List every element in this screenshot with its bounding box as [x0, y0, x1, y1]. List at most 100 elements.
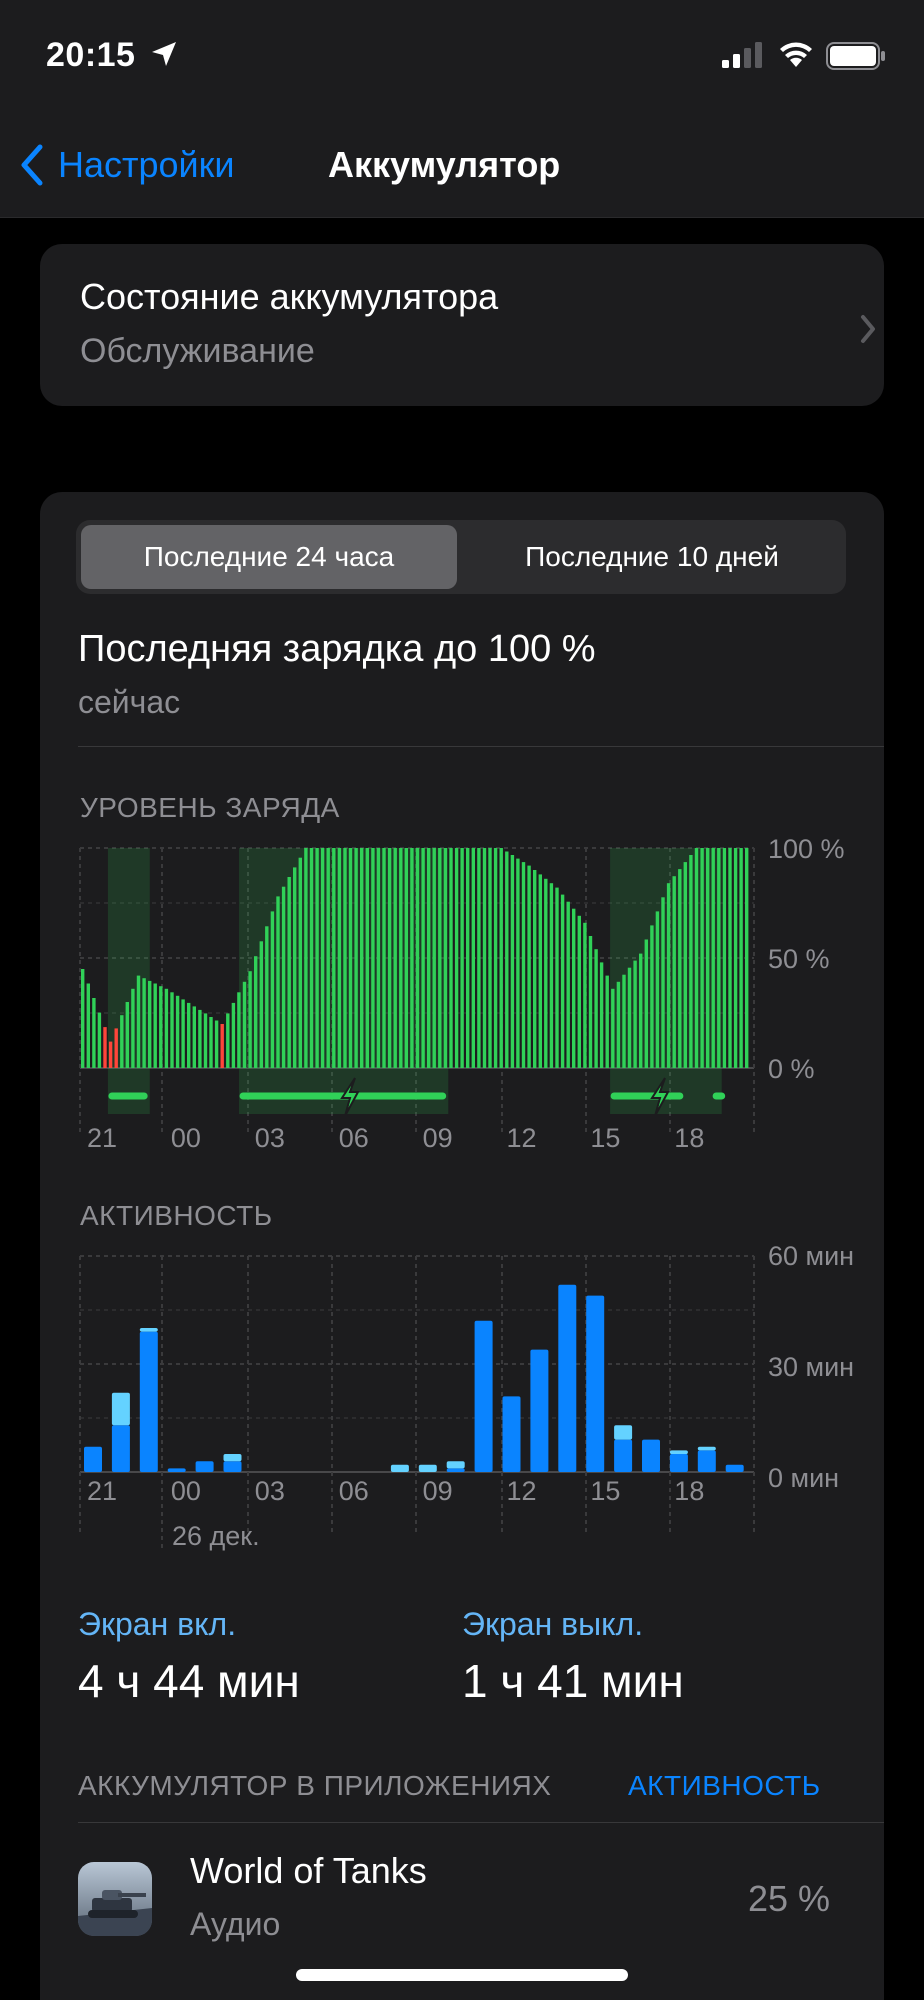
home-indicator — [296, 1969, 628, 1981]
activity-screen-off-bar — [390, 1464, 409, 1472]
battery-level-bar — [560, 894, 565, 1068]
segment-last-10-days[interactable]: Последние 10 дней — [464, 525, 840, 589]
battery-level-bar — [566, 901, 570, 1068]
battery-level-bar — [733, 848, 738, 1068]
battery-level-bar — [616, 981, 621, 1068]
battery-level-bar — [86, 983, 90, 1068]
battery-level-bar — [728, 848, 732, 1068]
battery-level-bar — [499, 848, 503, 1068]
battery-level-bar — [276, 896, 280, 1068]
battery-level-bar — [555, 887, 559, 1068]
battery-level-bar — [354, 848, 358, 1068]
activity-chart[interactable]: 60 мин 30 мин 0 мин 21 00 03 06 09 12 15 18 26 … — [40, 1232, 884, 1552]
battery-level-bar — [97, 1012, 102, 1068]
battery-level-bar — [505, 851, 509, 1068]
show-activity-button[interactable]: АКТИВНОСТЬ — [628, 1770, 821, 1802]
battery-level-bar — [181, 999, 185, 1068]
battery-level-bar — [477, 848, 481, 1068]
battery-y-tick-50: 50 % — [768, 944, 830, 974]
battery-health-status: Обслуживание — [80, 332, 315, 370]
back-button[interactable]: Настройки — [20, 140, 235, 190]
battery-level-bar — [583, 922, 587, 1068]
battery-level-bar — [706, 848, 710, 1068]
battery-level-bar — [192, 1006, 196, 1068]
battery-level-bar — [399, 848, 403, 1068]
battery-level-bar — [153, 983, 157, 1068]
battery-x-tick: 18 — [674, 1123, 704, 1153]
battery-level-bar — [678, 869, 682, 1068]
back-label: Настройки — [58, 144, 235, 185]
battery-x-tick: 06 — [339, 1123, 369, 1153]
activity-x-tick: 15 — [590, 1476, 620, 1506]
battery-level-bar — [332, 848, 336, 1068]
battery-health-row[interactable]: Состояние аккумулятора Обслуживание — [40, 244, 884, 406]
battery-level-bar — [203, 1013, 208, 1068]
battery-level-bar — [577, 915, 581, 1068]
battery-level-bar — [371, 848, 375, 1068]
apps-section-header: АККУМУЛЯТОР В ПРИЛОЖЕНИЯХ — [78, 1770, 552, 1801]
battery-level-bar — [599, 962, 604, 1068]
chevron-left-icon — [21, 144, 43, 186]
activity-screen-off-bar — [418, 1464, 437, 1472]
battery-level-bar — [120, 1015, 124, 1068]
activity-x-tick: 03 — [255, 1476, 285, 1506]
screen-off-value: 1 ч 41 мин — [462, 1655, 684, 1707]
battery-x-tick: 21 — [87, 1123, 117, 1153]
battery-level-bar — [639, 953, 643, 1068]
battery-level-bar — [745, 848, 749, 1068]
battery-level-bar — [443, 848, 448, 1068]
battery-level-bar — [148, 980, 152, 1068]
battery-level-bar — [114, 1028, 118, 1068]
activity-screen-off-bar — [697, 1446, 716, 1451]
battery-x-tick: 15 — [590, 1123, 620, 1153]
battery-level-bar — [270, 911, 275, 1068]
battery-level-bar — [343, 848, 347, 1068]
battery-level-bar — [588, 936, 593, 1068]
battery-level-bar — [382, 848, 386, 1068]
location-arrow-icon — [152, 42, 176, 66]
battery-level-bar — [694, 848, 699, 1068]
cellular-signal-icon — [722, 42, 762, 68]
battery-level-bar — [404, 848, 408, 1068]
battery-level-bar — [438, 848, 442, 1068]
chevron-right-icon — [861, 315, 875, 343]
activity-date-label: 26 дек. — [172, 1521, 260, 1551]
activity-screen-on-bar — [558, 1284, 577, 1472]
activity-screen-off-bar — [669, 1450, 688, 1454]
battery-level-bar — [538, 874, 542, 1068]
activity-screen-on-bar — [725, 1464, 744, 1472]
activity-y-tick-30: 30 мин — [768, 1352, 854, 1382]
activity-screen-on-bar — [586, 1295, 605, 1472]
battery-level-bar — [81, 969, 85, 1068]
activity-screen-on-bar — [139, 1331, 158, 1472]
battery-level-bar — [209, 1017, 213, 1068]
battery-usage-card: Последние 24 часа Последние 10 дней Посл… — [40, 492, 884, 2000]
activity-label: АКТИВНОСТЬ — [80, 1200, 273, 1231]
battery-level-bar — [248, 971, 252, 1068]
battery-level-bar — [136, 975, 141, 1068]
activity-screen-off-bar — [111, 1392, 130, 1426]
battery-level-bar — [516, 858, 520, 1068]
battery-level-bar — [103, 1027, 107, 1068]
activity-screen-on-bar — [474, 1320, 493, 1472]
activity-screen-on-bar — [446, 1468, 465, 1472]
battery-level-bar — [348, 848, 353, 1068]
battery-level-bar — [376, 848, 381, 1068]
battery-icon — [826, 42, 885, 70]
battery-level-bar — [432, 848, 436, 1068]
battery-level-chart[interactable]: 100 % 50 % 0 % 21 00 03 06 09 12 15 18 — [40, 828, 884, 1158]
status-bar: 20:15 — [0, 0, 924, 110]
battery-level-bar — [466, 848, 470, 1068]
battery-level-bar — [454, 848, 459, 1068]
activity-x-tick: 12 — [507, 1476, 537, 1506]
battery-y-tick-0: 0 % — [768, 1054, 815, 1084]
battery-level-bar — [410, 848, 414, 1068]
last-charge-title: Последняя зарядка до 100 % — [78, 628, 596, 670]
activity-screen-off-bar — [223, 1454, 242, 1462]
segment-last-24-hours[interactable]: Последние 24 часа — [81, 525, 457, 589]
battery-level-bar — [415, 848, 420, 1068]
activity-screen-on-bar — [84, 1446, 102, 1472]
battery-level-bar — [605, 975, 609, 1068]
battery-level-bar — [309, 848, 314, 1068]
activity-screen-off-bar — [139, 1328, 158, 1332]
